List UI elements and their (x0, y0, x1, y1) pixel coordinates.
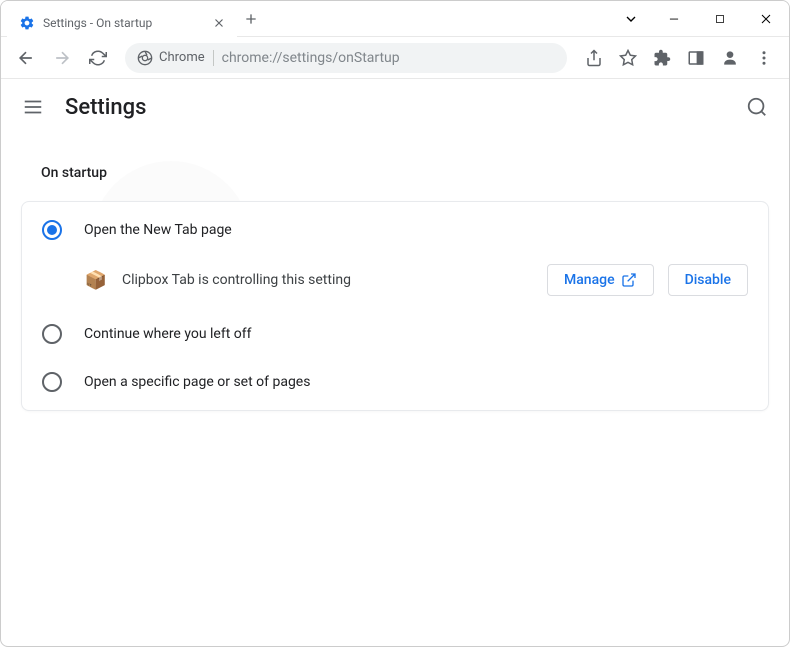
new-tab-button[interactable] (237, 1, 265, 36)
search-button[interactable] (745, 95, 769, 119)
divider (213, 50, 214, 66)
minimize-button[interactable] (651, 1, 697, 37)
extensions-icon[interactable] (647, 43, 677, 73)
browser-tab[interactable]: Settings - On startup (7, 5, 237, 40)
option-continue[interactable]: Continue where you left off (22, 310, 768, 358)
profile-icon[interactable] (715, 43, 745, 73)
url-text: chrome://settings/onStartup (222, 50, 400, 66)
extension-notice: 📦 Clipbox Tab is controlling this settin… (22, 254, 768, 310)
option-label: Open a specific page or set of pages (84, 374, 310, 390)
option-label: Continue where you left off (84, 326, 252, 342)
titlebar: Settings - On startup (1, 1, 789, 37)
extension-message: Clipbox Tab is controlling this setting (122, 272, 533, 288)
back-button[interactable] (11, 43, 41, 73)
toolbar: Chrome chrome://settings/onStartup (1, 37, 789, 79)
forward-button[interactable] (47, 43, 77, 73)
window-controls (651, 1, 789, 36)
site-info[interactable]: Chrome (137, 50, 205, 66)
maximize-button[interactable] (697, 1, 743, 37)
share-icon[interactable] (579, 43, 609, 73)
hamburger-menu-button[interactable] (21, 95, 45, 119)
option-specific[interactable]: Open a specific page or set of pages (22, 358, 768, 406)
close-icon[interactable] (211, 15, 227, 31)
radio-selected[interactable] (42, 220, 62, 240)
menu-icon[interactable] (749, 43, 779, 73)
content: On startup Open the New Tab page 📦 Clipb… (1, 135, 789, 441)
url-bar[interactable]: Chrome chrome://settings/onStartup (125, 43, 567, 73)
page-header: Settings (1, 79, 789, 135)
startup-card: Open the New Tab page 📦 Clipbox Tab is c… (21, 201, 769, 411)
side-panel-icon[interactable] (681, 43, 711, 73)
section-title: On startup (41, 165, 769, 181)
chrome-icon (137, 50, 153, 66)
option-label: Open the New Tab page (84, 222, 232, 238)
disable-label: Disable (685, 272, 731, 288)
option-new-tab[interactable]: Open the New Tab page (22, 206, 768, 254)
disable-button[interactable]: Disable (668, 264, 748, 296)
page-title: Settings (65, 95, 146, 120)
bookmark-icon[interactable] (613, 43, 643, 73)
url-prefix: Chrome (159, 50, 205, 65)
close-button[interactable] (743, 1, 789, 37)
tab-title: Settings - On startup (43, 16, 203, 30)
launch-icon (621, 272, 637, 288)
chevron-down-icon[interactable] (611, 1, 651, 36)
radio-unselected[interactable] (42, 372, 62, 392)
manage-label: Manage (564, 272, 615, 288)
reload-button[interactable] (83, 43, 113, 73)
package-icon: 📦 (84, 268, 108, 292)
radio-unselected[interactable] (42, 324, 62, 344)
gear-icon (19, 15, 35, 31)
manage-button[interactable]: Manage (547, 264, 654, 296)
